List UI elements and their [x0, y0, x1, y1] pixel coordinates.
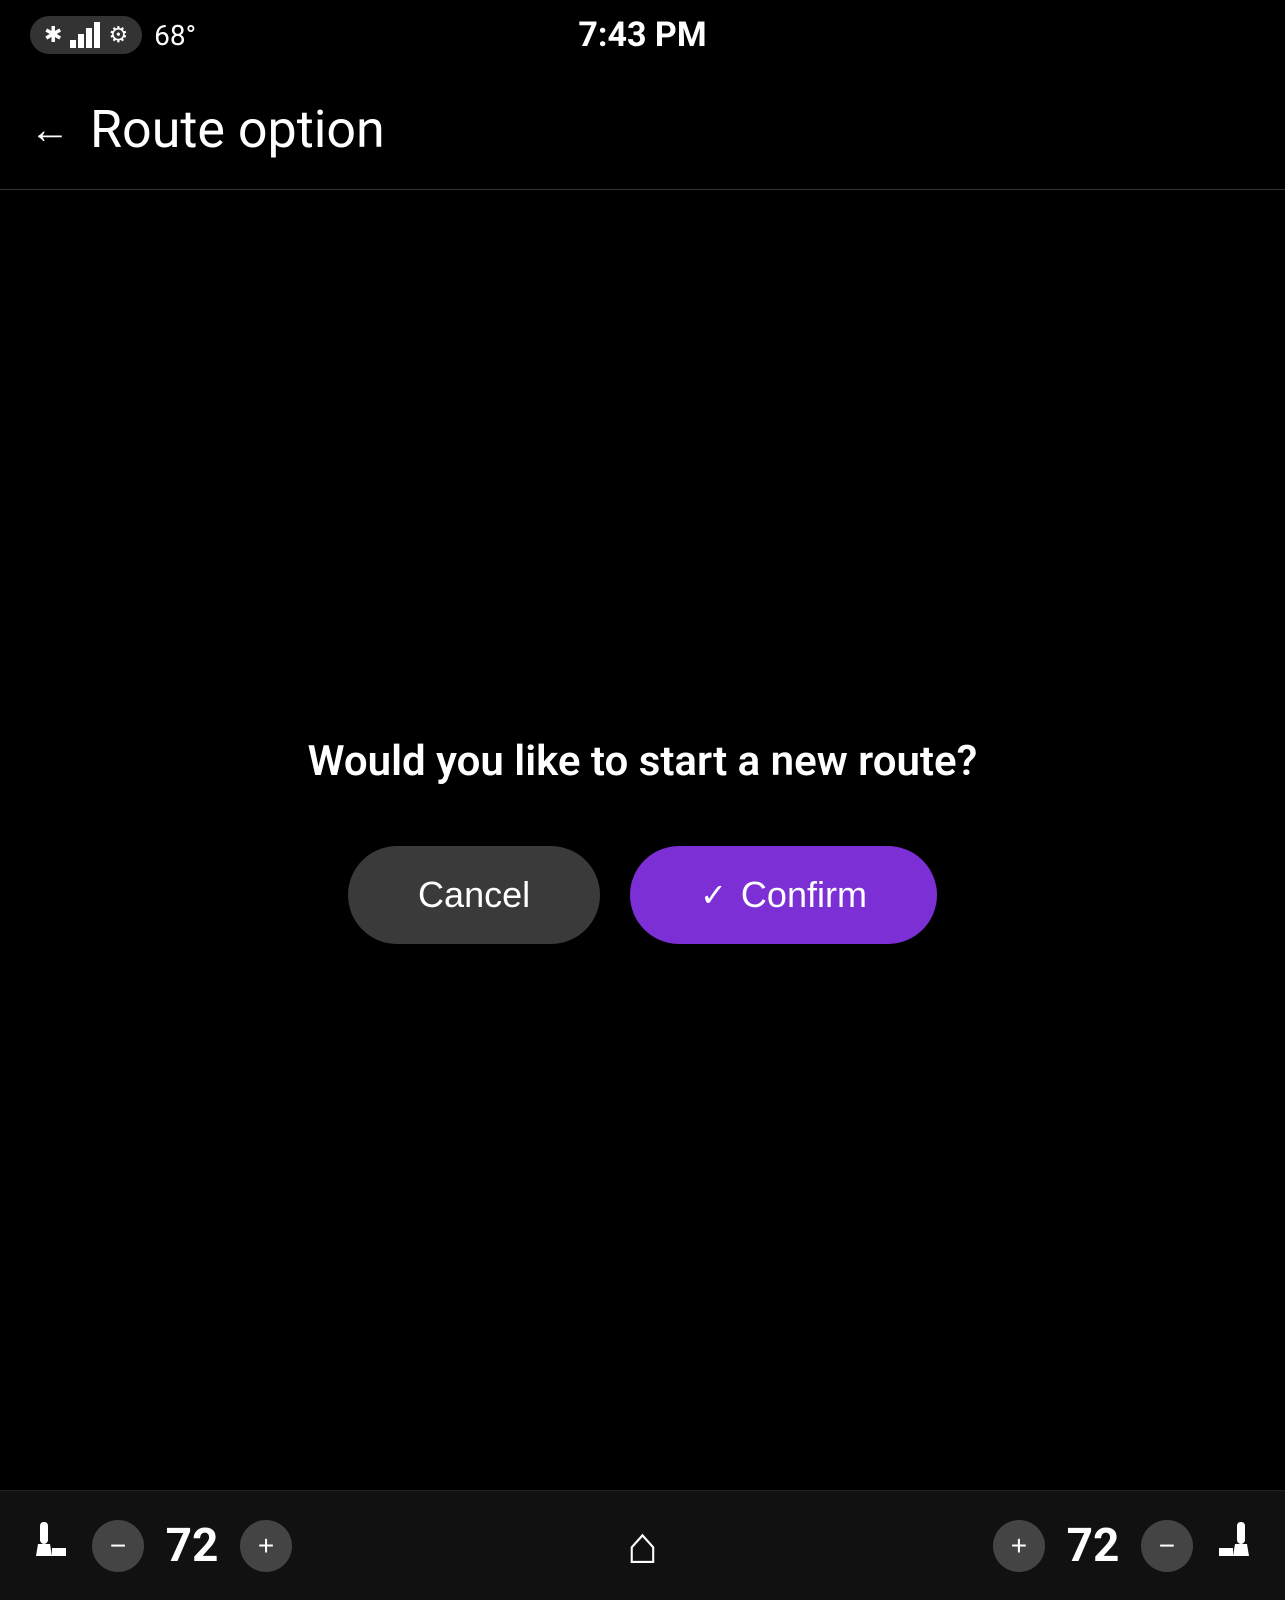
status-bar: ✱ ⚙ 68° 7:43 PM: [0, 0, 1285, 70]
settings-icon: ⚙: [108, 23, 128, 48]
temperature-display: 68°: [154, 19, 196, 52]
bluetooth-icon: ✱: [44, 23, 62, 48]
right-decrease-button[interactable]: −: [1141, 1520, 1193, 1572]
dialog-buttons: Cancel ✓ Confirm: [348, 846, 937, 944]
bottom-left-controls: − 72 +: [30, 1518, 292, 1573]
confirm-label: Confirm: [741, 874, 867, 916]
status-icons: ✱ ⚙: [30, 16, 142, 54]
checkmark-icon: ✓: [700, 876, 727, 914]
left-decrease-button[interactable]: −: [92, 1520, 144, 1572]
right-seat-icon: [1211, 1518, 1255, 1573]
signal-bars: [70, 22, 100, 48]
left-seat-icon: [30, 1518, 74, 1573]
home-icon[interactable]: ⌂: [627, 1515, 658, 1576]
bottom-bar: − 72 + ⌂ + 72 −: [0, 1490, 1285, 1600]
left-seat-count: 72: [162, 1519, 222, 1573]
cancel-button[interactable]: Cancel: [348, 846, 600, 944]
right-seat-count: 72: [1063, 1519, 1123, 1573]
back-button[interactable]: ←: [30, 106, 70, 153]
main-content: Would you like to start a new route? Can…: [0, 190, 1285, 1490]
dialog-question: Would you like to start a new route?: [308, 737, 978, 786]
confirm-button[interactable]: ✓ Confirm: [630, 846, 937, 944]
bottom-center: ⌂: [627, 1515, 658, 1576]
bottom-right-controls: + 72 −: [993, 1518, 1255, 1573]
left-increase-button[interactable]: +: [240, 1520, 292, 1572]
status-left: ✱ ⚙ 68°: [30, 16, 196, 54]
time-display: 7:43 PM: [578, 15, 706, 55]
page-title: Route option: [90, 99, 385, 160]
header: ← Route option: [0, 70, 1285, 190]
right-increase-button[interactable]: +: [993, 1520, 1045, 1572]
